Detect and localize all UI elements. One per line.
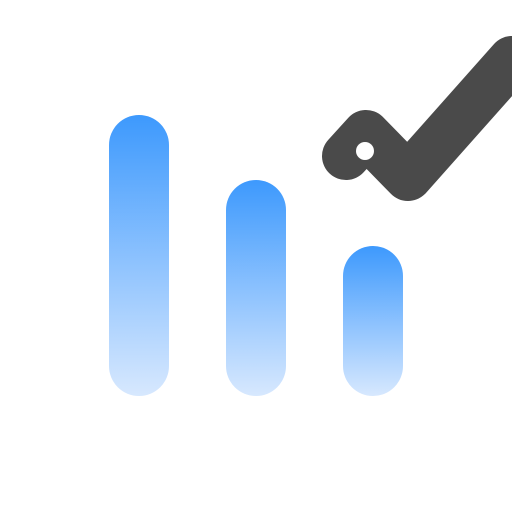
bar-tall bbox=[109, 115, 169, 396]
app-icon bbox=[0, 0, 512, 512]
bar-medium bbox=[226, 180, 286, 396]
check-hole-icon bbox=[356, 142, 374, 160]
stats-check-logo bbox=[0, 0, 512, 512]
bar-short bbox=[343, 246, 403, 396]
